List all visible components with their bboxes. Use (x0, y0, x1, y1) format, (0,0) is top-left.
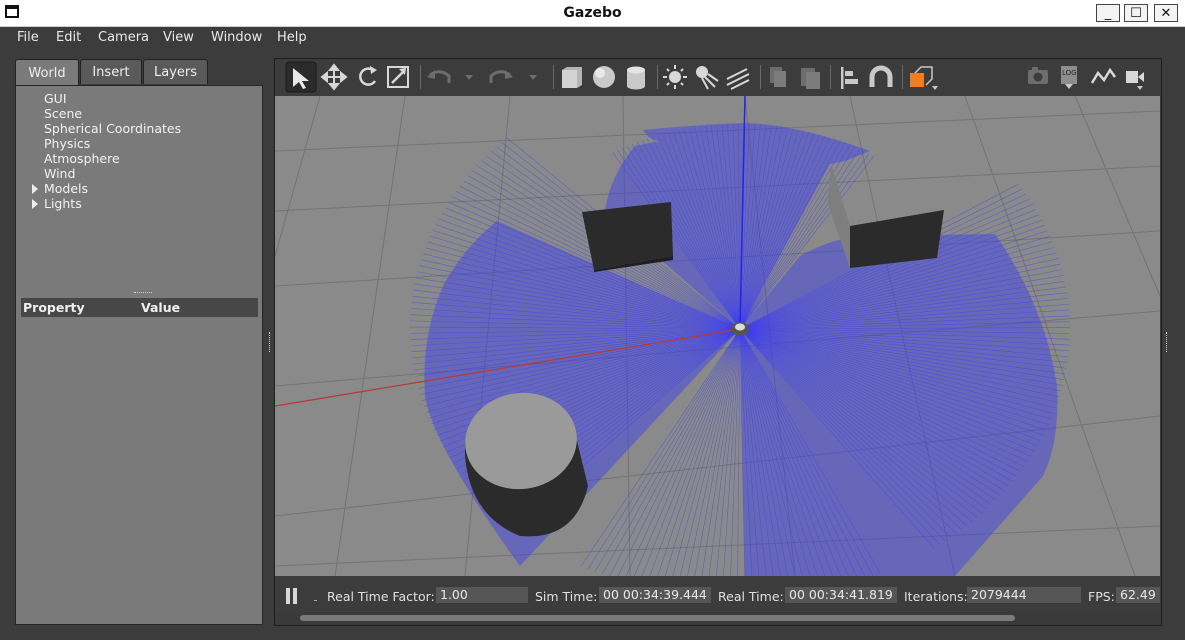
fps-label: FPS: (1088, 589, 1115, 604)
toolbar-separator (902, 65, 903, 89)
property-table-header: Property Value (21, 298, 258, 317)
value-column-header: Value (141, 300, 181, 315)
spot-light-icon[interactable] (696, 66, 719, 90)
step-control[interactable] (314, 600, 317, 601)
lidar-sensor-model[interactable] (731, 322, 749, 336)
menu-window[interactable]: Window (211, 30, 262, 45)
status-bar: Real Time Factor: 1.00 Sim Time: 00 00:3… (275, 576, 1160, 612)
snap-magnet-icon[interactable] (869, 65, 893, 87)
menu-edit[interactable]: Edit (56, 30, 81, 45)
box-icon[interactable] (562, 67, 582, 88)
toolbar-separator (760, 65, 761, 89)
scene-toolbar: LOG (275, 59, 1161, 96)
point-light-icon[interactable] (663, 65, 687, 89)
log-icon[interactable]: LOG (1061, 66, 1077, 89)
right-splitter-handle[interactable] (1166, 332, 1169, 352)
pause-icon-bar[interactable] (293, 588, 297, 604)
toolbar-separator (830, 65, 831, 89)
tab-world[interactable]: World (15, 59, 79, 86)
select-arrow-icon[interactable] (285, 61, 317, 93)
iterations-value: 2079444 (967, 587, 1081, 603)
minimize-button[interactable]: _ (1096, 4, 1120, 22)
view-angle-icon[interactable] (910, 66, 938, 90)
scene-viewport[interactable] (275, 96, 1160, 576)
window-title: Gazebo (563, 5, 622, 21)
left-panel: World Insert Layers GUI Scene Spherical … (13, 58, 265, 626)
log-label: LOG (1062, 69, 1077, 77)
window-titlebar: Gazebo _ ☐ ✕ (0, 0, 1185, 27)
fps-value: 62.49 (1116, 587, 1160, 603)
plot-icon[interactable] (1090, 67, 1117, 84)
menu-file[interactable]: File (17, 30, 39, 45)
menu-view[interactable]: View (163, 30, 194, 45)
horizontal-scrollbar[interactable] (300, 615, 1015, 621)
box-model-left[interactable] (582, 202, 673, 272)
screenshot-icon[interactable] (1028, 67, 1048, 84)
tab-insert[interactable]: Insert (80, 59, 142, 84)
real-time-factor-value: 1.00 (436, 587, 528, 603)
menu-camera[interactable]: Camera (98, 30, 149, 45)
toolbar-separator (553, 65, 554, 89)
toolbar-separator (657, 65, 658, 89)
cylinder-icon[interactable] (627, 66, 645, 90)
tree-item-lights[interactable]: Lights (44, 196, 82, 211)
sim-time-label: Sim Time: (535, 589, 598, 604)
property-column-header: Property (23, 300, 85, 315)
video-record-icon[interactable] (1126, 71, 1144, 90)
redo-icon[interactable] (489, 70, 513, 83)
iterations-label: Iterations: (904, 589, 968, 604)
pause-icon[interactable] (286, 588, 290, 604)
panel-splitter-handle[interactable] (134, 292, 152, 295)
rotate-icon[interactable] (359, 66, 377, 86)
tree-item-physics[interactable]: Physics (44, 136, 90, 151)
tree-item-models[interactable]: Models (44, 181, 88, 196)
tree-item-spherical-coordinates[interactable]: Spherical Coordinates (44, 121, 181, 136)
menubar: File Edit Camera View Window Help (0, 27, 1185, 49)
undo-icon[interactable] (427, 70, 451, 83)
copy-icon[interactable] (770, 67, 786, 87)
expand-arrow-icon[interactable] (32, 184, 38, 194)
close-button[interactable]: ✕ (1154, 4, 1178, 22)
sim-time-value: 00 00:34:39.444 (599, 587, 711, 603)
redo-history-icon[interactable] (529, 75, 537, 80)
paste-icon[interactable] (801, 68, 820, 89)
real-time-factor-label: Real Time Factor: (327, 589, 435, 604)
world-tree-panel: GUI Scene Spherical Coordinates Physics … (15, 85, 263, 625)
box-model-right[interactable] (828, 156, 944, 268)
expand-arrow-icon[interactable] (32, 199, 38, 209)
real-time-label: Real Time: (718, 589, 784, 604)
tab-layers[interactable]: Layers (143, 59, 208, 84)
real-time-value: 00 00:34:41.819 (785, 587, 897, 603)
directional-light-icon[interactable] (726, 68, 750, 90)
tree-item-gui[interactable]: GUI (44, 91, 67, 106)
align-icon[interactable] (841, 67, 858, 89)
undo-history-icon[interactable] (465, 75, 473, 80)
sphere-icon[interactable] (593, 66, 615, 88)
scale-icon[interactable] (387, 66, 409, 88)
tree-item-atmosphere[interactable]: Atmosphere (44, 151, 120, 166)
left-splitter-handle[interactable] (269, 332, 272, 352)
translate-icon[interactable] (320, 63, 348, 91)
tree-item-wind[interactable]: Wind (44, 166, 75, 181)
maximize-button[interactable]: ☐ (1124, 4, 1148, 22)
menu-help[interactable]: Help (277, 30, 307, 45)
tree-item-scene[interactable]: Scene (44, 106, 82, 121)
toolbar-separator (420, 65, 421, 89)
